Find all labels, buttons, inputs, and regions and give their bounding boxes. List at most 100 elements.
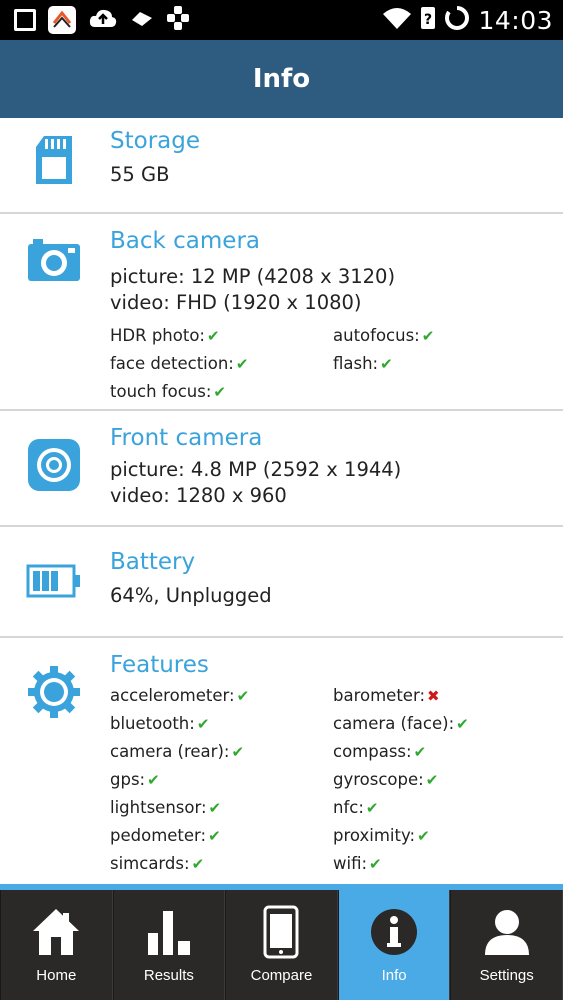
page-title: Info [252, 64, 311, 94]
check-icon: ✔ [191, 855, 205, 873]
storage-section: Storage 55 GB [0, 118, 563, 214]
feature-flag-label: lightsensor: [110, 798, 207, 817]
nav-info[interactable]: Info [337, 890, 451, 1000]
wifi-icon [382, 6, 412, 34]
feature-flag: pedometer: ✔ [110, 822, 333, 850]
back-camera-picture: picture: 12 MP (4208 x 3120) [110, 265, 396, 288]
feature-flag-label: bluetooth: [110, 714, 195, 733]
check-icon: ✔ [196, 715, 210, 733]
feature-flag-label: face detection: [110, 354, 234, 373]
app-icon [48, 6, 76, 34]
feature-flag-label: autofocus: [333, 326, 420, 345]
back-camera-flags: HDR photo: ✔ autofocus: ✔ face detection: ✔ fl… [110, 322, 553, 406]
feature-flag: bluetooth: ✔ [110, 710, 333, 738]
feature-flag: compass: ✔ [333, 738, 553, 766]
feature-flag-label: pedometer: [110, 826, 207, 845]
feature-flag-label: proximity: [333, 826, 416, 845]
feature-flag: camera (rear): ✔ [110, 738, 333, 766]
check-icon: ✔ [365, 799, 379, 817]
nav-results-label: Results [143, 967, 194, 984]
home-icon [29, 903, 83, 961]
feature-flag-label: compass: [333, 742, 412, 761]
nav-settings[interactable]: Settings [450, 890, 563, 1000]
bar-chart-icon [142, 903, 196, 961]
puzzle-icon [166, 5, 190, 35]
storage-value: 55 GB [110, 163, 170, 186]
feature-flag: HDR photo: ✔ [110, 322, 333, 350]
gear-icon [26, 664, 82, 720]
feature-flag: camera (face): ✔ [333, 710, 553, 738]
check-icon: ✔ [417, 827, 430, 845]
feature-flag: barometer: ✖ [333, 682, 553, 710]
feature-flag-label: wifi: [333, 854, 368, 873]
feature-flag: touch focus: ✔ [110, 378, 333, 406]
back-camera-video: video: FHD (1920 x 1080) [110, 291, 362, 314]
info-icon [367, 903, 421, 961]
check-icon: ✔ [235, 355, 249, 373]
battery-icon [26, 553, 82, 609]
cloud-upload-icon [88, 7, 118, 33]
pushbullet-icon [130, 8, 154, 32]
bottom-nav: Home Results Compare Info Settings [0, 884, 563, 1000]
battery-section: Battery 64%, Unplugged [0, 527, 563, 638]
feature-flag: nfc: ✔ [333, 794, 553, 822]
back-camera-title: Back camera [110, 228, 260, 254]
feature-flag-label: barometer: [333, 686, 425, 705]
features-section: Features accelerometer: ✔ barometer: ✖ bluet… [0, 638, 563, 884]
front-camera-section: Front camera picture: 4.8 MP (2592 x 194… [0, 411, 563, 527]
check-icon: ✔ [456, 715, 469, 733]
feature-flag-label: gyroscope: [333, 770, 424, 789]
feature-flag-label: HDR photo: [110, 326, 205, 345]
check-icon: ✔ [421, 327, 435, 345]
check-icon: ✔ [147, 771, 160, 789]
phone-icon [254, 903, 308, 961]
feature-flag-label: nfc: [333, 798, 364, 817]
feature-flag: simcards: ✔ [110, 850, 333, 878]
front-camera-picture: picture: 4.8 MP (2592 x 1944) [110, 458, 402, 481]
check-icon: ✔ [380, 355, 393, 373]
feature-flag-label: simcards: [110, 854, 190, 873]
nav-home-label: Home [36, 967, 77, 984]
nav-compare-label: Compare [250, 967, 313, 984]
feature-flag: gyroscope: ✔ [333, 766, 553, 794]
feature-flag-label: touch focus: [110, 382, 212, 401]
feature-flag: autofocus: ✔ [333, 322, 553, 350]
back-camera-section: Back camera picture: 12 MP (4208 x 3120)… [0, 214, 563, 411]
feature-flag-label: camera (rear): [110, 742, 230, 761]
sd-card-icon [26, 132, 82, 188]
battery-value: 64%, Unplugged [110, 584, 272, 607]
person-icon [480, 903, 534, 961]
feature-flag: gps: ✔ [110, 766, 333, 794]
feature-flag-label: camera (face): [333, 714, 455, 733]
nav-compare[interactable]: Compare [225, 890, 338, 1000]
storage-title: Storage [110, 128, 200, 154]
feature-flag: wifi: ✔ [333, 850, 553, 878]
feature-flag-label: gps: [110, 770, 146, 789]
sim-unknown-icon: ? [420, 6, 436, 34]
info-list[interactable]: Storage 55 GB Back camera picture: 12 MP… [0, 118, 563, 884]
feature-flag-label: accelerometer: [110, 686, 235, 705]
feature-flag: proximity: ✔ [333, 822, 553, 850]
nav-home[interactable]: Home [0, 890, 113, 1000]
cross-icon: ✖ [427, 687, 440, 705]
features-title: Features [110, 652, 209, 678]
check-icon: ✔ [369, 855, 382, 873]
check-icon: ✔ [231, 743, 245, 761]
feature-flag: flash: ✔ [333, 350, 553, 378]
nav-results[interactable]: Results [112, 890, 226, 1000]
nav-settings-label: Settings [479, 967, 534, 984]
battery-title: Battery [110, 549, 196, 575]
app-bar: Info [0, 40, 563, 118]
check-icon: ✔ [208, 799, 222, 817]
camera-icon [26, 232, 82, 288]
feature-flag: lightsensor: ✔ [110, 794, 333, 822]
features-flags: accelerometer: ✔ barometer: ✖ bluetooth: ✔ cam… [110, 682, 553, 878]
svg-text:?: ? [424, 12, 432, 28]
check-icon: ✔ [213, 383, 226, 401]
status-bar: ? 14:03 [0, 0, 563, 40]
check-icon: ✔ [425, 771, 439, 789]
check-icon: ✔ [208, 827, 221, 845]
feature-flag-label: flash: [333, 354, 379, 373]
check-icon: ✔ [413, 743, 427, 761]
battery-ring-icon [444, 5, 470, 35]
